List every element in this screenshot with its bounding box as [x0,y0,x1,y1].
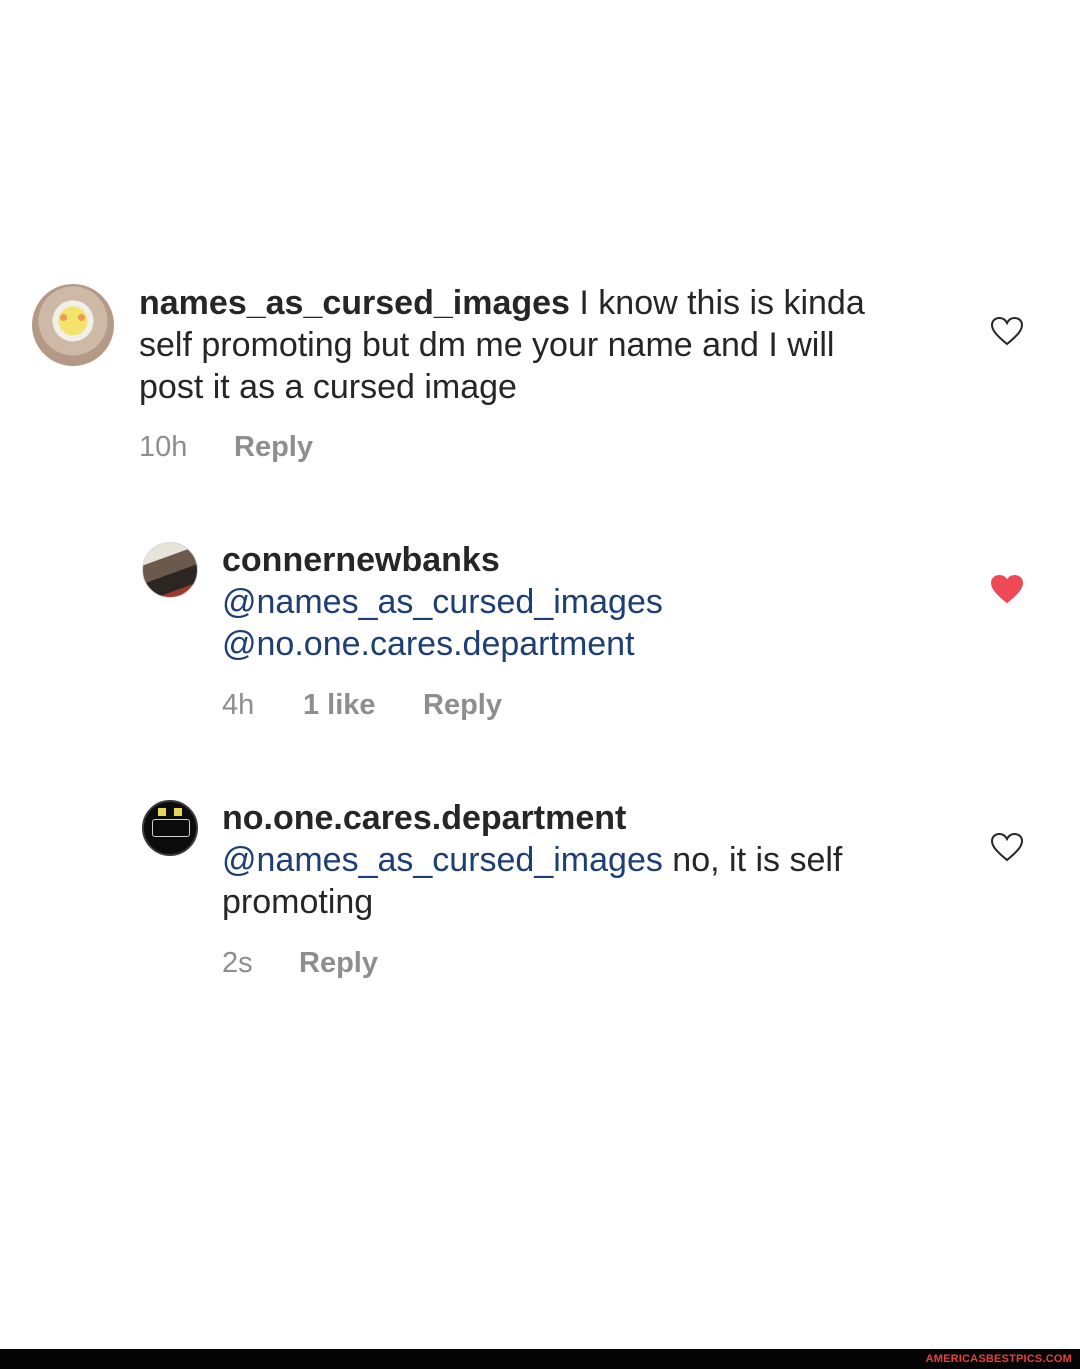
timestamp: 2s [222,947,253,979]
heart-filled-icon[interactable] [990,574,1024,604]
avatar[interactable] [142,800,198,856]
heart-outline-icon[interactable] [990,832,1024,862]
comment-text: names_as_cursed_images I know this is ki… [139,282,959,408]
avatar[interactable] [32,284,114,366]
comment-1: names_as_cursed_images I know this is ki… [0,284,1080,484]
username[interactable]: connernewbanks [222,541,500,579]
heart-outline-icon[interactable] [990,316,1024,346]
watermark-text: AMERICASBESTPICS.COM [925,1353,1072,1365]
avatar[interactable] [142,542,198,598]
comment-body: no, it is self [662,841,843,879]
username[interactable]: names_as_cursed_images [139,284,570,322]
watermark-bar: AMERICASBESTPICS.COM [0,1349,1080,1369]
reply-button[interactable]: Reply [299,946,378,980]
mention-link[interactable]: @names_as_cursed_images [222,583,663,621]
comment-text: connernewbanks @names_as_cursed_images @… [222,539,922,665]
likes-count[interactable]: 1 like [303,688,376,722]
reply-button[interactable]: Reply [423,688,502,722]
comment-2: connernewbanks @names_as_cursed_images @… [0,539,1080,742]
comment-body-line-1: I know this is kinda [569,284,865,322]
comment-body-line-2: self promoting but dm me your name and I… [139,326,835,364]
timestamp: 10h [139,431,188,463]
comment-3: no.one.cares.department @names_as_cursed… [0,797,1080,1000]
mention-link[interactable]: @no.one.cares.department [222,625,635,663]
username[interactable]: no.one.cares.department [222,799,626,837]
mention-link[interactable]: @names_as_cursed_images [222,841,663,879]
reply-button[interactable]: Reply [234,430,313,464]
timestamp: 4h [222,689,255,721]
comment-body-line-3: post it as a cursed image [139,368,517,406]
comment-text: no.one.cares.department @names_as_cursed… [222,797,942,923]
comment-body-line-2: promoting [222,883,374,921]
